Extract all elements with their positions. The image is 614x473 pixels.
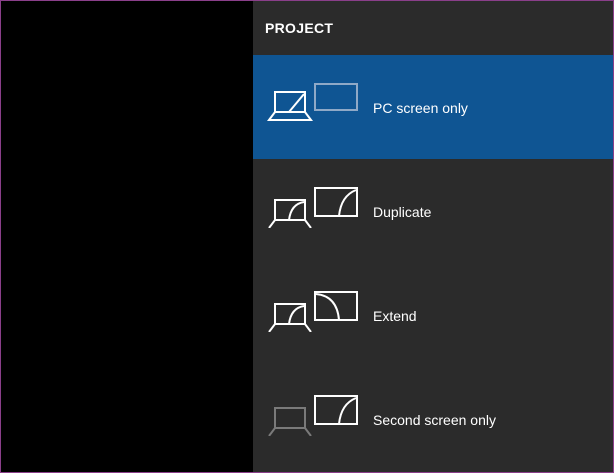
- option-label: Duplicate: [373, 204, 432, 220]
- option-second-screen-only[interactable]: Second screen only: [253, 367, 613, 471]
- duplicate-icon: [268, 187, 358, 228]
- option-duplicate[interactable]: Duplicate: [253, 159, 613, 263]
- option-pc-screen-only[interactable]: PC screen only: [253, 55, 613, 159]
- extend-icon: [268, 291, 358, 332]
- option-label: Extend: [373, 308, 417, 324]
- option-label: PC screen only: [373, 100, 468, 116]
- pc-screen-only-icon: [267, 83, 358, 121]
- desktop-background: PROJECT PC screen only Duplicate Extend …: [0, 0, 614, 473]
- second-screen-only-icon: [268, 395, 358, 436]
- panel-title: PROJECT: [265, 20, 334, 36]
- option-label: Second screen only: [373, 412, 496, 428]
- project-panel: PROJECT PC screen only Duplicate Extend …: [253, 1, 613, 472]
- option-extend[interactable]: Extend: [253, 263, 613, 367]
